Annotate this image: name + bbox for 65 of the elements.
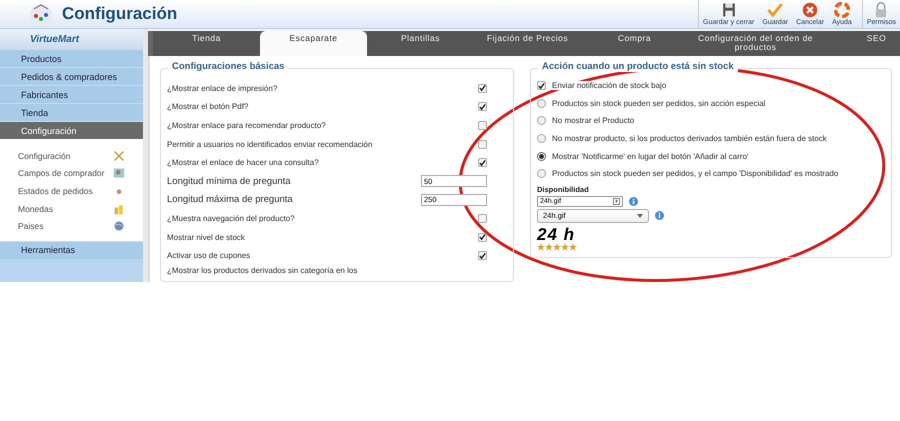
option-label: No mostrar producto, si los productos derivados también están fuera de stock <box>552 134 827 144</box>
tab[interactable]: Fijación de Precios <box>474 31 581 56</box>
option-label: Productos sin stock pueden ser pedidos, y el campo 'Disponibilidad' es mostrado <box>552 169 838 178</box>
checkbox[interactable] <box>478 214 487 223</box>
setting-label: ¿Muestra navegación del producto? <box>167 214 295 223</box>
setting-label: ¿Mostrar enlace de impresión? <box>167 84 278 93</box>
sidebar-item[interactable]: Configuración <box>0 147 143 165</box>
setting-label: Activar uso de cupones <box>167 251 250 260</box>
cancel-icon <box>802 2 818 18</box>
setting-label: Permitir a usuarios no identificados enviar recomendación <box>167 140 372 149</box>
checkbox[interactable] <box>537 81 546 90</box>
checkbox[interactable] <box>478 140 487 149</box>
radio-button[interactable] <box>537 169 546 178</box>
setting-label: ¿Mostrar enlace para recomendar producto? <box>167 120 326 130</box>
browse-icon <box>613 198 620 205</box>
sidebar-section[interactable]: Herramientas <box>0 240 143 259</box>
info-icon[interactable] <box>655 211 664 220</box>
sidebar-item[interactable]: Campos de comprador <box>0 164 143 182</box>
brand-logo: VirtueMart <box>0 29 143 49</box>
sidebar-item[interactable]: Estados de pedidos <box>0 182 143 200</box>
tab[interactable]: Compra <box>581 31 688 56</box>
sidebar-section[interactable]: Productos <box>0 49 143 67</box>
radio-button[interactable] <box>537 134 546 144</box>
checkbox[interactable] <box>478 251 487 260</box>
option-label: Mostrar 'Notificarme' en lugar del botón 'Añadir al carro' <box>552 152 748 161</box>
globe-icon <box>113 220 125 232</box>
checkbox[interactable] <box>478 158 487 168</box>
sidebar-section[interactable]: Tienda <box>0 103 143 121</box>
sidebar-item[interactable]: Paises <box>0 217 143 235</box>
tab[interactable]: Plantillas <box>367 31 474 56</box>
sidebar-item[interactable]: Monedas <box>0 200 143 218</box>
setting-label: Longitud mínima de pregunta <box>167 176 291 187</box>
availability-preview: 24 h <box>537 226 576 243</box>
option-label: Productos sin stock pueden ser pedidos, sin acción especial <box>552 98 766 108</box>
info-icon[interactable] <box>629 196 638 206</box>
tab[interactable]: Escaparate <box>260 31 367 56</box>
option-label: No mostrar el Producto <box>552 116 634 126</box>
checkbox[interactable] <box>478 232 487 242</box>
lifebuoy-icon <box>834 2 850 18</box>
checkmark-icon <box>767 2 784 18</box>
tab[interactable]: Tienda <box>153 31 260 56</box>
panel-title: Configuraciones básicas <box>168 61 288 72</box>
tab[interactable]: Configuración del orden de productos <box>688 31 823 56</box>
radio-button[interactable] <box>537 116 546 126</box>
tab[interactable]: SEO <box>823 31 900 56</box>
tools-icon <box>113 150 125 162</box>
page-title: Configuración <box>62 4 178 24</box>
sidebar-section[interactable]: Configuración <box>0 121 143 139</box>
caret-icon <box>637 214 643 218</box>
setting-label: ¿Mostrar el enlace de hacer una consulta? <box>167 158 319 168</box>
checkbox[interactable] <box>478 120 487 130</box>
checkbox[interactable] <box>478 102 487 112</box>
setting-label: Mostrar nivel de stock <box>167 232 245 242</box>
radio-button[interactable] <box>537 152 546 161</box>
coins-icon <box>113 202 125 215</box>
sidebar-section[interactable]: Pedidos & compradores <box>0 67 143 85</box>
setting-label: Longitud máxima de pregunta <box>167 194 293 206</box>
panel-title: Acción cuando un producto está sin stock <box>538 61 738 72</box>
checkbox[interactable] <box>478 84 487 93</box>
sidebar-section[interactable]: Fabricantes <box>0 85 143 103</box>
setting-label: ¿Mostrar los productos derivados sin categoría en los <box>167 266 358 276</box>
option-label: Enviar notificación de stock bajo <box>552 81 666 90</box>
setting-label: ¿Mostrar el botón Pdf? <box>167 102 248 112</box>
user-card-icon <box>113 167 125 180</box>
radio-button[interactable] <box>537 98 546 108</box>
